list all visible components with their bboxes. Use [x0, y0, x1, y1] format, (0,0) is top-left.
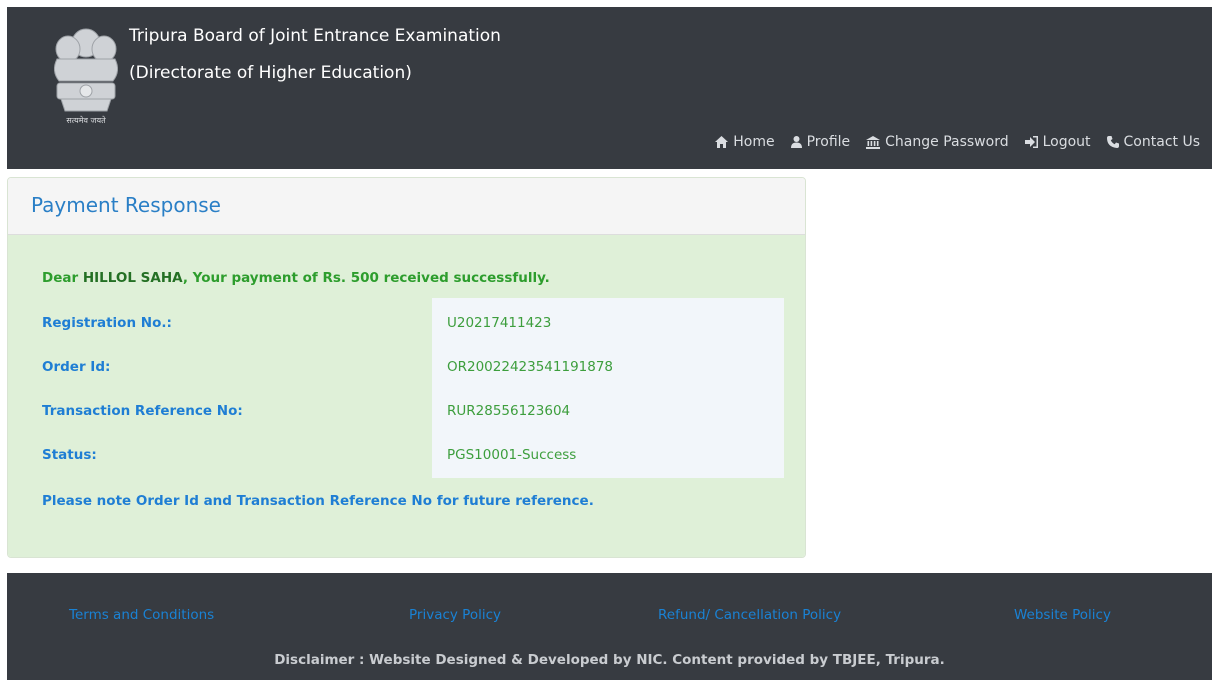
panel-body: Dear HILLOL SAHA, Your payment of Rs. 50…	[8, 235, 805, 557]
greeting-prefix: Dear	[42, 270, 83, 286]
payer-name: HILLOL SAHA	[82, 270, 183, 286]
transaction-ref-value: RUR28556123604	[447, 403, 571, 419]
home-icon	[715, 136, 729, 148]
national-emblem-logo: सत्यमेव जयते	[53, 28, 119, 125]
registration-no-value: U20217411423	[447, 315, 552, 331]
reference-note: Please note Order Id and Transaction Ref…	[42, 493, 594, 509]
status-value: PGS10001-Success	[447, 447, 577, 463]
site-subtitle: (Directorate of Higher Education)	[129, 63, 412, 83]
status-label: Status:	[42, 447, 97, 463]
disclaimer: Disclaimer : Website Designed & Develope…	[274, 652, 945, 668]
logout-icon	[1024, 136, 1038, 148]
transaction-ref-label: Transaction Reference No:	[42, 403, 243, 419]
success-message: Dear HILLOL SAHA, Your payment of Rs. 50…	[42, 270, 550, 286]
website-policy-link[interactable]: Website Policy	[1014, 607, 1111, 623]
order-id-label: Order Id:	[42, 359, 111, 375]
nav-home-label: Home	[733, 134, 775, 150]
nav-logout-label: Logout	[1042, 134, 1091, 150]
site-title: Tripura Board of Joint Entrance Examinat…	[129, 26, 501, 46]
user-icon	[790, 136, 802, 148]
terms-link[interactable]: Terms and Conditions	[69, 607, 214, 623]
nav-profile[interactable]: Profile	[790, 134, 851, 150]
nav-contact-us-label: Contact Us	[1123, 134, 1200, 150]
site-header: सत्यमेव जयते Tripura Board of Joint Entr…	[7, 7, 1212, 169]
nav-change-password[interactable]: Change Password	[866, 134, 1009, 150]
nav-profile-label: Profile	[806, 134, 851, 150]
emblem-caption: सत्यमेव जयते	[66, 115, 106, 125]
panel-header: Payment Response	[8, 178, 805, 235]
nav-change-password-label: Change Password	[885, 134, 1009, 150]
refund-policy-link[interactable]: Refund/ Cancellation Policy	[658, 607, 841, 623]
payment-response-panel: Payment Response Dear HILLOL SAHA, Your …	[7, 177, 806, 558]
phone-icon	[1106, 136, 1119, 148]
top-nav: Home Profile Change Password Logout Cont…	[715, 134, 1200, 150]
privacy-policy-link[interactable]: Privacy Policy	[409, 607, 501, 623]
nav-logout[interactable]: Logout	[1024, 134, 1091, 150]
registration-no-label: Registration No.:	[42, 315, 172, 331]
nav-contact-us[interactable]: Contact Us	[1106, 134, 1200, 150]
nav-home[interactable]: Home	[715, 134, 775, 150]
bank-icon	[866, 135, 881, 149]
greeting-suffix: , Your payment of Rs. 500 received succe…	[182, 270, 550, 286]
order-id-value: OR20022423541191878	[447, 359, 614, 375]
panel-title: Payment Response	[31, 193, 221, 217]
site-footer: Terms and Conditions Privacy Policy Refu…	[7, 573, 1212, 680]
